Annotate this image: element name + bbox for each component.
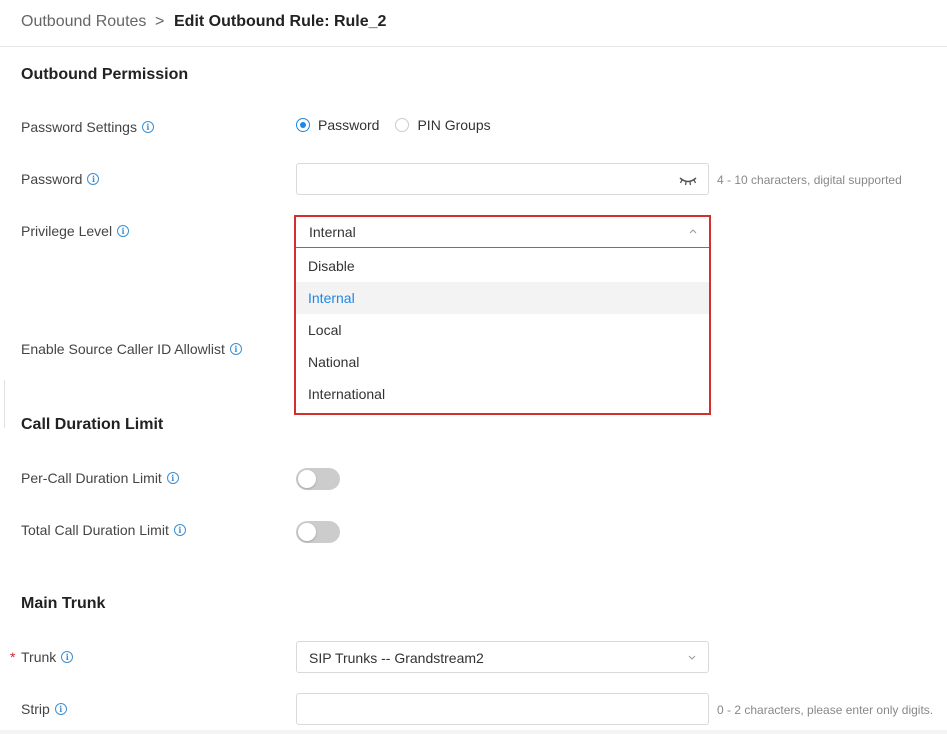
info-icon[interactable]: i: [61, 651, 74, 663]
info-icon[interactable]: i: [166, 472, 179, 484]
info-icon[interactable]: i: [54, 703, 67, 715]
radio-pin-groups[interactable]: [395, 118, 410, 132]
trunk-selected-value: SIP Trunks -- Grandstream2: [309, 650, 484, 666]
radio-password-label[interactable]: Password: [318, 117, 379, 133]
info-icon[interactable]: i: [229, 343, 242, 355]
total-call-duration-toggle[interactable]: [296, 521, 340, 543]
info-icon[interactable]: i: [141, 121, 154, 133]
password-label: Password i: [21, 171, 100, 187]
option-internal[interactable]: Internal: [296, 282, 709, 314]
breadcrumb-separator: >: [155, 13, 165, 30]
strip-label: Strip i: [21, 701, 67, 717]
section-title-outbound-permission: Outbound Permission: [21, 66, 189, 83]
password-settings-label-text: Password Settings: [21, 119, 137, 135]
option-international[interactable]: International: [296, 378, 709, 410]
password-hint: 4 - 10 characters, digital supported: [717, 173, 902, 187]
privilege-level-selected-value: Internal: [309, 224, 356, 240]
eye-hidden-icon[interactable]: [678, 173, 698, 187]
privilege-level-dropdown: Disable Internal Local National Internat…: [296, 250, 709, 410]
total-call-duration-label-text: Total Call Duration Limit: [21, 522, 169, 538]
per-call-duration-label: Per-Call Duration Limit i: [21, 470, 179, 486]
bottom-divider: [0, 730, 947, 734]
option-national[interactable]: National: [296, 346, 709, 378]
source-caller-id-label-text: Enable Source Caller ID Allowlist: [21, 341, 225, 357]
password-settings-label: Password Settings i: [21, 119, 154, 135]
side-panel-edge: [0, 380, 5, 428]
info-icon[interactable]: i: [173, 524, 186, 536]
info-icon[interactable]: i: [117, 225, 130, 237]
option-local[interactable]: Local: [296, 314, 709, 346]
radio-password[interactable]: [296, 118, 310, 132]
breadcrumb: Outbound Routes > Edit Outbound Rule: Ru…: [0, 0, 947, 47]
breadcrumb-outbound-routes[interactable]: Outbound Routes: [21, 13, 146, 31]
strip-hint: 0 - 2 characters, please enter only digi…: [717, 703, 934, 717]
privilege-level-select[interactable]: Internal: [296, 216, 709, 248]
chevron-up-icon: [689, 229, 697, 234]
trunk-label: Trunk i: [21, 649, 74, 665]
source-caller-id-label: Enable Source Caller ID Allowlist i: [21, 341, 242, 357]
trunk-label-text: Trunk: [21, 649, 57, 665]
password-input[interactable]: [296, 163, 709, 195]
per-call-duration-label-text: Per-Call Duration Limit: [21, 470, 162, 486]
required-mark: *: [10, 649, 16, 665]
section-title-main-trunk: Main Trunk: [21, 595, 106, 612]
privilege-level-label-text: Privilege Level: [21, 223, 113, 239]
page-title: Edit Outbound Rule: Rule_2: [174, 13, 387, 30]
strip-label-text: Strip: [21, 701, 50, 717]
radio-pin-groups-label[interactable]: PIN Groups: [417, 117, 490, 133]
password-settings-radio-group: Password PIN Groups: [296, 117, 507, 133]
info-icon[interactable]: i: [87, 173, 100, 185]
section-title-call-duration-limit: Call Duration Limit: [21, 416, 164, 433]
trunk-select[interactable]: SIP Trunks -- Grandstream2: [296, 641, 709, 673]
chevron-down-icon: [688, 655, 696, 660]
option-disable[interactable]: Disable: [296, 250, 709, 282]
strip-input[interactable]: [296, 693, 709, 725]
total-call-duration-label: Total Call Duration Limit i: [21, 522, 186, 538]
password-label-text: Password: [21, 171, 83, 187]
privilege-level-label: Privilege Level i: [21, 223, 130, 239]
per-call-duration-toggle[interactable]: [296, 468, 340, 490]
